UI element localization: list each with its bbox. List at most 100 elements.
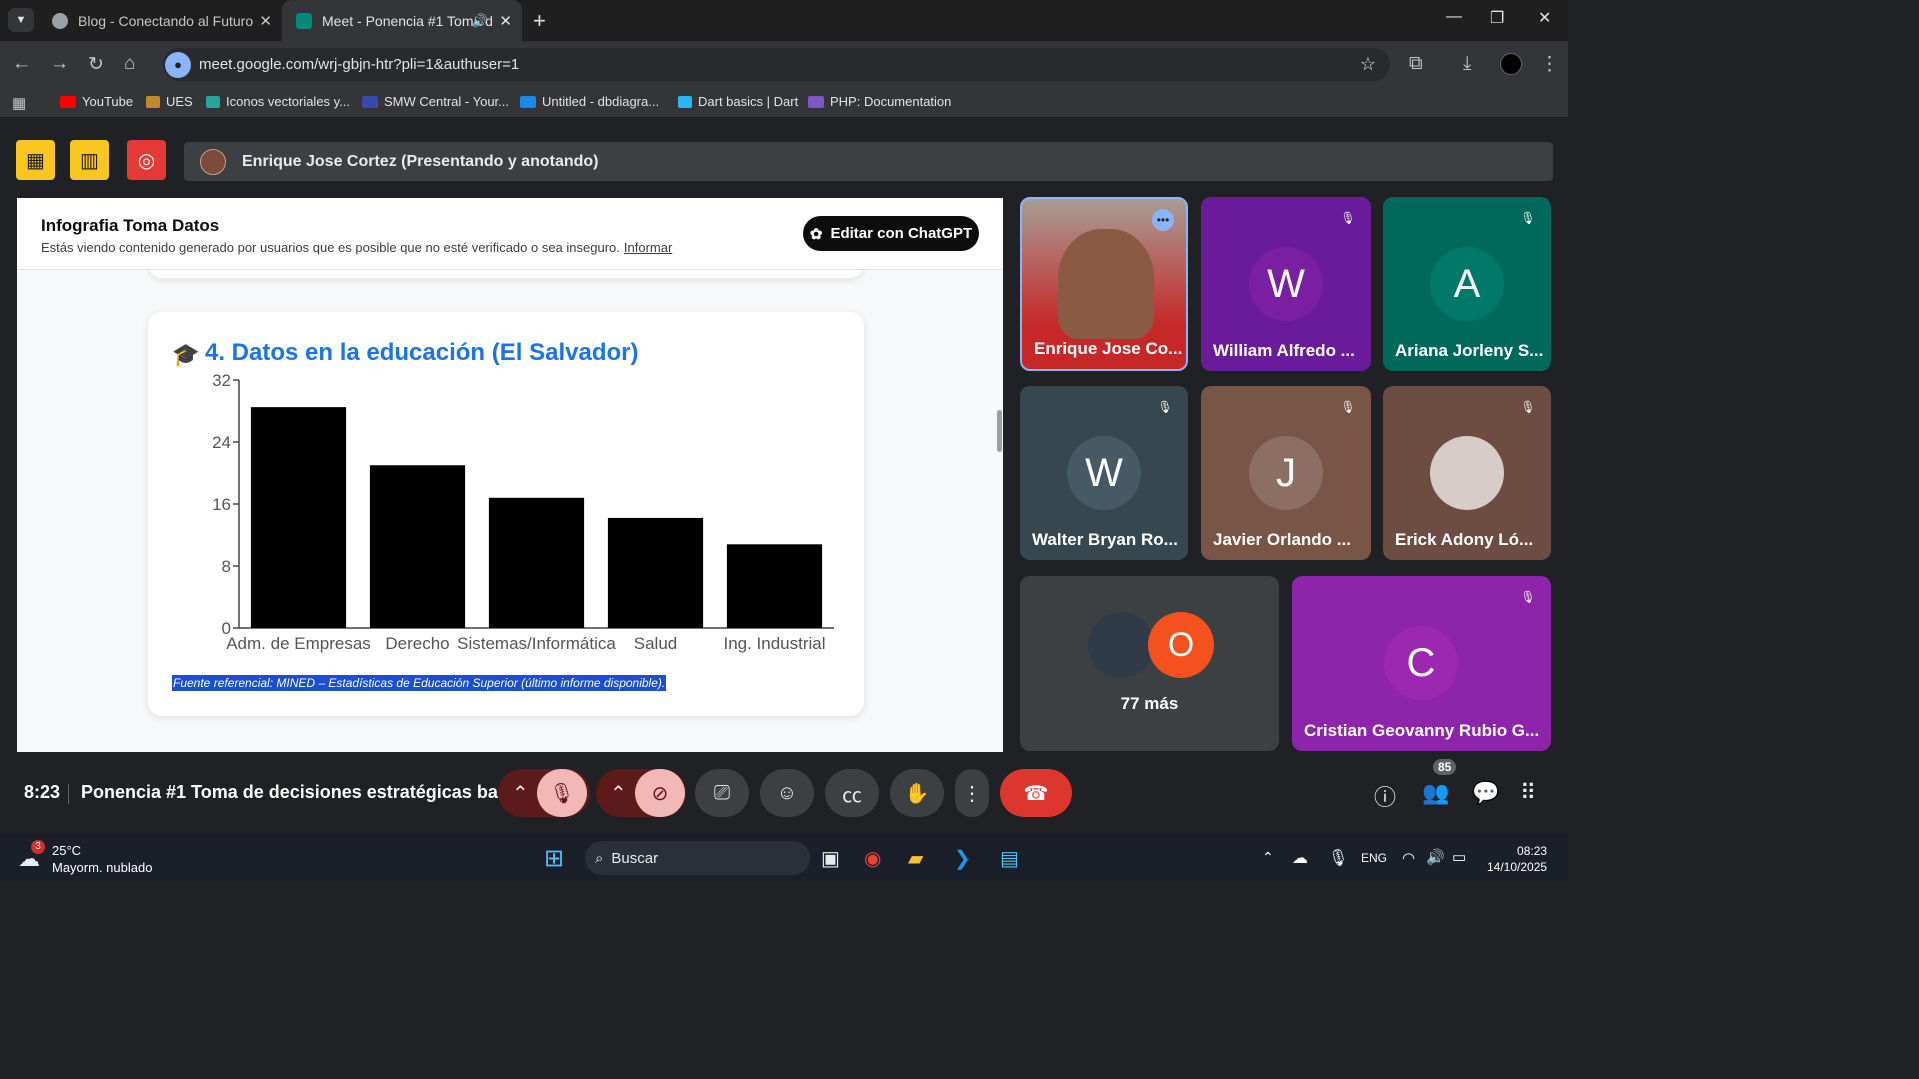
home-icon[interactable]: ⌂ <box>124 53 135 75</box>
onedrive-icon[interactable]: ☁ <box>1292 848 1308 868</box>
record-icon[interactable]: ◎ <box>127 140 166 180</box>
url-text[interactable]: meet.google.com/wrj-gbjn-htr?pli=1&authu… <box>199 56 519 73</box>
muted-mic-icon: 🎙 <box>1520 590 1536 604</box>
graduation-cap-icon: 🎓 <box>172 342 200 367</box>
bar <box>369 465 466 628</box>
vector-icon <box>206 95 220 108</box>
participant-tile[interactable]: J 🎙 Javier Orlando ... <box>1201 386 1371 560</box>
bookmark-dbdiagram[interactable]: Untitled - dbdiagra... <box>520 94 659 109</box>
forward-icon[interactable]: → <box>50 53 69 75</box>
notepad-icon[interactable]: ▤ <box>1000 846 1019 871</box>
mic-tray-icon[interactable]: 🎙 <box>1328 848 1348 868</box>
tab-meet[interactable]: Meet - Ponencia #1 Toma d 🔊 ✕ <box>282 0 522 41</box>
start-icon[interactable]: ⊞ <box>544 844 564 873</box>
menu-icon[interactable]: ⋮ <box>1540 53 1559 76</box>
info-icon[interactable]: ⓘ <box>1374 780 1396 812</box>
openai-icon: ✿ <box>809 225 823 243</box>
bar <box>726 544 823 628</box>
presenter-label: Enrique Jose Cortez (Presentando y anota… <box>242 152 599 170</box>
more-participants-tile[interactable]: O 77 más <box>1020 576 1279 751</box>
captions-button[interactable]: ㏄ <box>825 769 879 817</box>
address-bar[interactable]: ● meet.google.com/wrj-gbjn-htr?pli=1&aut… <box>163 48 1390 81</box>
globe-icon <box>52 12 68 29</box>
x-tick-label: Derecho <box>385 634 449 653</box>
participant-tile[interactable]: A 🎙 Ariana Jorleny S... <box>1383 197 1551 371</box>
wifi-icon[interactable]: ◠ <box>1402 849 1415 867</box>
bookmark-smw[interactable]: SMW Central - Your... <box>362 94 509 109</box>
avatar: W <box>1067 436 1141 510</box>
taskbar-search[interactable]: ⌕ Buscar <box>585 841 810 875</box>
emoji-button[interactable]: ☺ <box>760 769 814 817</box>
bar <box>488 497 585 628</box>
reload-icon[interactable]: ↻ <box>88 53 104 76</box>
apps-icon[interactable]: ▦ <box>12 94 26 112</box>
x-tick-label: Salud <box>634 634 677 653</box>
download-icon[interactable]: ⤓ <box>1463 53 1471 75</box>
tray-overflow-icon[interactable]: ⌃ <box>1262 849 1274 866</box>
file-explorer-icon[interactable]: ▰ <box>908 846 923 871</box>
vscode-icon[interactable]: ❯ <box>954 846 971 871</box>
bookmarks-bar: ▦ YouTube UES Iconos vectoriales y... SM… <box>0 88 1568 118</box>
banner-title: Infografia Toma Datos <box>41 216 220 235</box>
chrome-icon[interactable]: ◉ <box>864 846 881 871</box>
profile-avatar[interactable] <box>1500 53 1522 75</box>
back-icon[interactable]: ← <box>12 53 31 75</box>
speaking-icon: ••• <box>1152 209 1174 231</box>
php-icon <box>808 95 824 108</box>
raise-hand-button[interactable]: ✋ <box>890 769 944 817</box>
muted-mic-icon: 🎙 <box>1520 400 1536 414</box>
muted-mic-icon: 🎙 <box>1157 400 1173 414</box>
bookmark-star-icon[interactable]: ☆ <box>1360 54 1376 75</box>
chat-icon[interactable]: 💬 <box>1472 780 1499 806</box>
meeting-time: 8:23 <box>24 782 61 802</box>
close-tab-icon[interactable]: ✕ <box>499 12 512 30</box>
participant-tile[interactable]: W 🎙 Walter Bryan Ro... <box>1020 386 1188 560</box>
source-note[interactable]: Fuente referencial: MINED – Estadísticas… <box>172 675 667 691</box>
present-screen-button[interactable]: ⎚ <box>695 769 749 817</box>
participant-tile[interactable]: W 🎙 William Alfredo ... <box>1201 197 1371 371</box>
meet-controls-bar: 8:23 Ponencia #1 Toma de decisiones estr… <box>0 752 1568 834</box>
avatar: W <box>1249 247 1323 321</box>
layout-icon[interactable]: ▦ <box>16 140 55 180</box>
participant-tile[interactable]: ••• Enrique Jose Co... <box>1020 197 1188 371</box>
bookmark-php[interactable]: PHP: Documentation <box>808 94 951 109</box>
people-icon[interactable]: 👥 <box>1422 780 1449 806</box>
participant-tile[interactable]: 🎙 Erick Adony Ló... <box>1383 386 1551 560</box>
bookmark-iconos[interactable]: Iconos vectoriales y... <box>206 94 350 109</box>
close-tab-icon[interactable]: ✕ <box>259 12 272 30</box>
system-clock[interactable]: 08:23 14/10/2025 <box>1487 843 1547 875</box>
mic-off-button[interactable]: 🎙 <box>537 769 587 817</box>
y-tick-label: 8 <box>222 557 231 576</box>
browser-toolbar: ← → ↻ ⌂ ● meet.google.com/wrj-gbjn-htr?p… <box>0 41 1568 88</box>
y-tick-label: 24 <box>212 433 231 452</box>
battery-icon[interactable]: ▭ <box>1452 848 1466 866</box>
extensions-icon[interactable]: ⧉ <box>1409 53 1423 75</box>
scrollbar[interactable] <box>996 270 1003 752</box>
activities-icon[interactable]: ⠿ <box>1520 780 1536 806</box>
bookmark-dart[interactable]: Dart basics | Dart <box>678 94 798 109</box>
camera-off-button[interactable]: ⊘ <box>635 769 685 817</box>
leave-call-button[interactable]: ☎ <box>1000 769 1072 817</box>
building-icon[interactable]: ▥ <box>70 140 109 180</box>
report-link[interactable]: Informar <box>624 240 672 255</box>
more-options-button[interactable]: ⋮ <box>955 769 989 817</box>
bookmark-youtube[interactable]: YouTube <box>60 94 133 109</box>
tab-search-button[interactable]: ▼ <box>8 8 34 32</box>
restore-icon[interactable]: ❐ <box>1490 8 1504 28</box>
task-view-icon[interactable]: ▣ <box>821 846 840 871</box>
tab-blog[interactable]: Blog - Conectando al Futuro ✕ <box>38 0 282 41</box>
new-tab-button[interactable]: + <box>533 8 546 34</box>
windows-taskbar: ☁ 3 25°C Mayorm. nublado ⊞ ⌕ Buscar ▣ ◉ … <box>0 834 1568 882</box>
edit-with-chatgpt-button[interactable]: ✿ Editar con ChatGPT <box>803 216 979 251</box>
muted-mic-icon: 🎙 <box>1340 211 1356 225</box>
scrollbar-thumb[interactable] <box>997 410 1002 452</box>
minimize-icon[interactable]: — <box>1446 8 1462 26</box>
bookmark-ues[interactable]: UES <box>146 94 193 109</box>
microphone-icon[interactable]: ● <box>165 51 191 78</box>
presenter-avatar <box>200 148 226 175</box>
participant-tile[interactable]: C 🎙 Cristian Geovanny Rubio G... <box>1292 576 1551 751</box>
weather-widget[interactable]: 25°C Mayorm. nublado <box>52 842 152 876</box>
language-indicator[interactable]: ENG <box>1361 851 1387 865</box>
volume-icon[interactable]: 🔊 <box>1426 848 1445 866</box>
close-window-icon[interactable]: ✕ <box>1538 8 1551 28</box>
